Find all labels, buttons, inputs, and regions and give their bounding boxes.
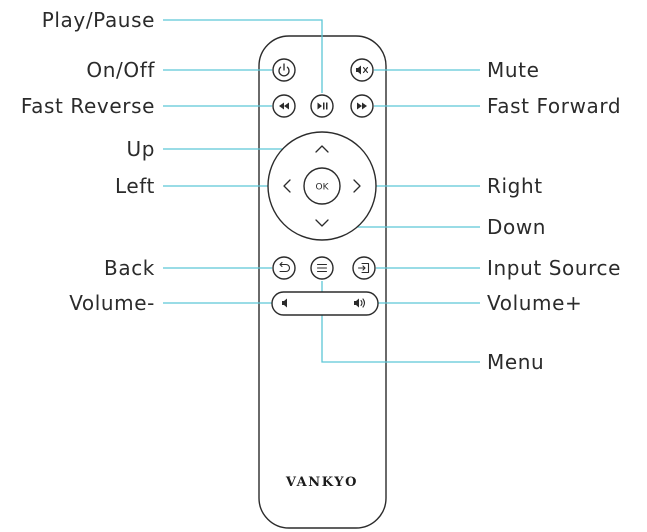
play-pause-button[interactable] <box>310 94 334 118</box>
volume-up-button[interactable] <box>325 292 378 315</box>
volume-rocker <box>271 291 379 316</box>
label-fast-reverse: Fast Reverse <box>21 94 155 118</box>
mute-button[interactable] <box>350 58 374 82</box>
brand-logo: VANKYO <box>285 475 358 490</box>
label-fast-forward: Fast Forward <box>487 94 621 118</box>
label-on-off: On/Off <box>86 58 155 82</box>
label-right: Right <box>487 174 543 198</box>
label-play-pause: Play/Pause <box>42 8 155 32</box>
label-back: Back <box>104 256 155 280</box>
menu-button[interactable] <box>310 256 334 280</box>
fast-reverse-button[interactable] <box>272 94 296 118</box>
label-down: Down <box>487 215 546 239</box>
label-up: Up <box>126 137 155 161</box>
ok-label: OK <box>316 183 330 193</box>
power-button[interactable] <box>272 58 296 82</box>
remote-diagram: OK VANKYO Play/Pause On/Off Fast Reverse… <box>21 8 621 529</box>
volume-down-button[interactable] <box>272 292 325 315</box>
label-volume-plus: Volume+ <box>487 291 582 315</box>
label-input-source: Input Source <box>487 256 621 280</box>
right-button[interactable] <box>346 174 368 198</box>
label-left: Left <box>115 174 155 198</box>
label-menu: Menu <box>487 350 544 374</box>
up-button[interactable] <box>308 138 336 160</box>
left-button[interactable] <box>276 174 298 198</box>
ok-button[interactable]: OK <box>303 167 341 205</box>
dpad: OK <box>267 131 377 241</box>
back-button[interactable] <box>272 256 296 280</box>
down-button[interactable] <box>308 212 336 234</box>
label-mute: Mute <box>487 58 539 82</box>
label-volume-minus: Volume- <box>69 291 155 315</box>
input-source-button[interactable] <box>352 256 376 280</box>
fast-forward-button[interactable] <box>350 94 374 118</box>
